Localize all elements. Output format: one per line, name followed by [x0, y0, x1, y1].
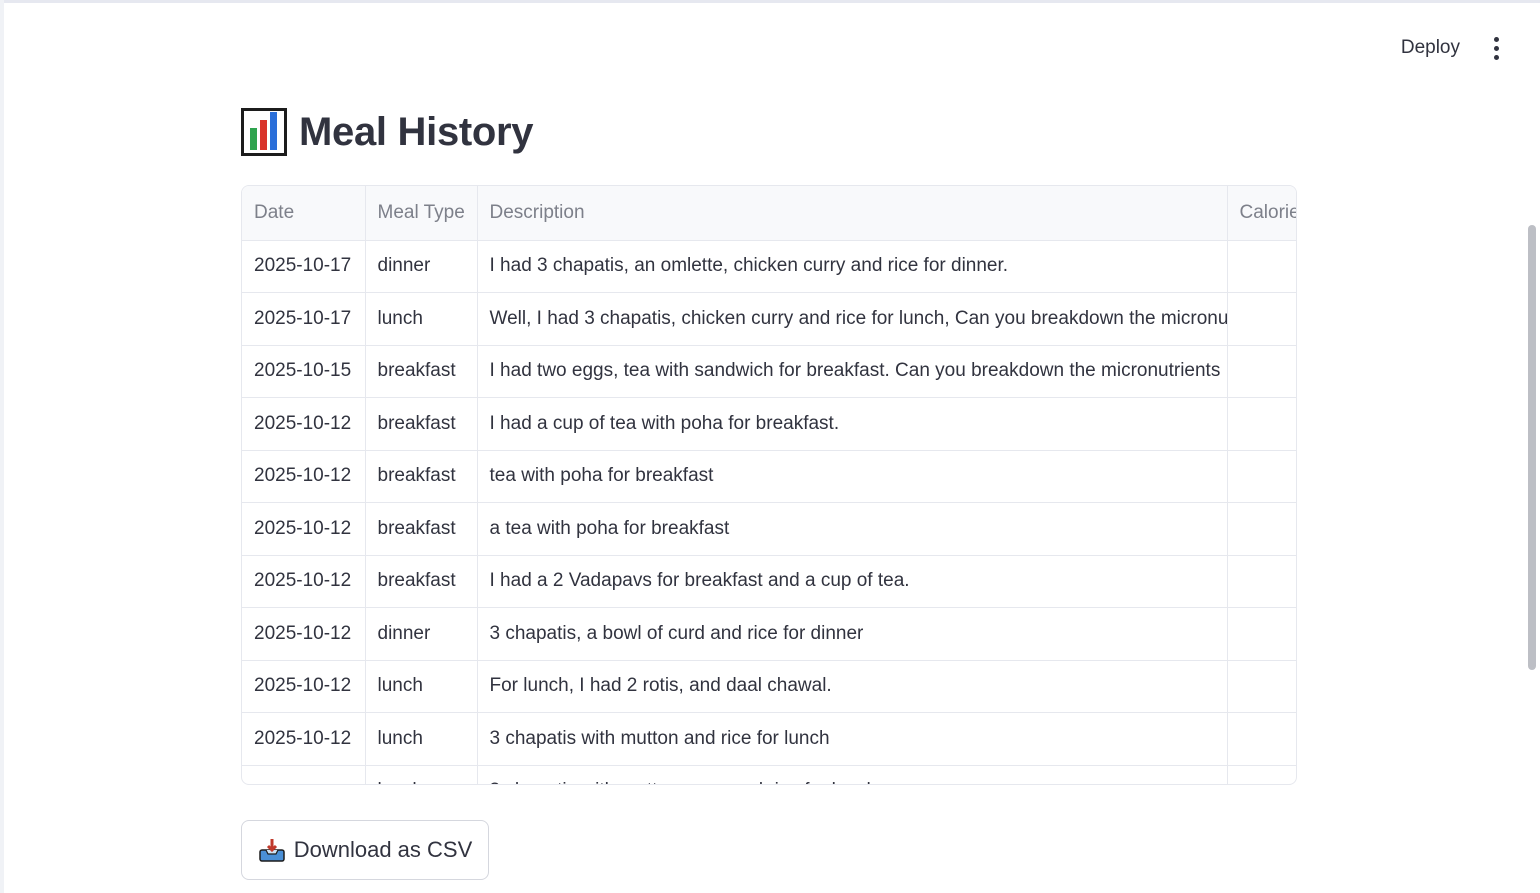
table-header-row: Date Meal Type Description Calories	[242, 186, 1296, 241]
cell-meal-type[interactable]: lunch	[365, 292, 478, 346]
download-csv-button[interactable]: Download as CSV	[241, 820, 489, 880]
cell-calories[interactable]: 208.	[1227, 397, 1296, 451]
cell-description[interactable]: For lunch, I had 2 rotis, and daal chawa…	[477, 660, 1228, 713]
cell-meal-type[interactable]: dinner	[365, 240, 478, 293]
cell-description[interactable]: I had two eggs, tea with sandwich for br…	[477, 345, 1228, 398]
cell-date[interactable]: 2025-10-15	[242, 345, 366, 398]
kebab-menu-icon[interactable]	[1486, 34, 1506, 62]
cell-date[interactable]: 2025-10-17	[242, 240, 366, 293]
cell-meal-type[interactable]: lunch	[365, 765, 478, 784]
cell-meal-type[interactable]: lunch	[365, 660, 478, 713]
column-header-calories[interactable]: Calories	[1227, 186, 1296, 241]
table-row[interactable]: 2025-10-12 breakfast tea with poha for bre…	[242, 450, 1296, 503]
table-row[interactable]: 2025-10-12 breakfast I had a cup of tea wi…	[242, 397, 1296, 451]
cell-date[interactable]: 2025-10-12	[242, 607, 366, 661]
deploy-button[interactable]: Deploy	[1401, 37, 1460, 59]
download-csv-label: Download as CSV	[293, 837, 473, 862]
cell-date[interactable]: 2025-10-17	[242, 292, 366, 346]
meal-history-table[interactable]: Date Meal Type Description Calories 2025…	[241, 185, 1297, 785]
cell-description[interactable]: tea with poha for breakfast	[477, 450, 1228, 503]
cell-calories[interactable]	[1227, 765, 1296, 784]
cell-date[interactable]: 2025-10-12	[242, 450, 366, 503]
cell-meal-type[interactable]: breakfast	[365, 345, 478, 398]
page-scrollbar[interactable]	[1528, 225, 1536, 670]
table-row[interactable]: lunch3 chapatis with mutton curry and ri…	[242, 765, 1296, 784]
table-row[interactable]: 2025-10-12 lunch For lunch, I had 2 rotis,…	[242, 660, 1296, 713]
cell-description[interactable]: Well, I had 3 chapatis, chicken curry an…	[477, 292, 1228, 346]
cell-description[interactable]: 3 chapatis with mutton curry and rice fo…	[477, 765, 1228, 784]
cell-date[interactable]: 2025-10-12	[242, 502, 366, 556]
cell-date[interactable]: 2025-10-12	[242, 660, 366, 713]
cell-description[interactable]: a tea with poha for breakfast	[477, 502, 1228, 556]
cell-calories[interactable]: 456.	[1227, 292, 1296, 346]
cell-calories[interactable]: 616.	[1227, 555, 1296, 608]
cell-calories[interactable]: 208.	[1227, 502, 1296, 556]
bar-chart-icon	[241, 108, 287, 156]
cell-date[interactable]: 2025-10-12	[242, 555, 366, 608]
app-root: Deploy Meal History Date Meal Type Descr…	[0, 0, 1540, 893]
cell-description[interactable]: I had a 2 Vadapavs for breakfast and a c…	[477, 555, 1228, 608]
cell-calories[interactable]: 51	[1227, 712, 1296, 766]
table-row[interactable]: 2025-10-12 breakfast a tea with poha for b…	[242, 502, 1296, 556]
page-title: Meal History	[299, 109, 534, 154]
toolbar: Deploy	[1401, 34, 1506, 62]
cell-date[interactable]	[242, 765, 366, 784]
cell-description[interactable]: I had a cup of tea with poha for breakfa…	[477, 397, 1228, 451]
table-row[interactable]: 2025-10-15 breakfast I had two eggs, tea w…	[242, 345, 1296, 398]
table-row[interactable]: 2025-10-12 dinner 3 chapatis, a bowl of cu…	[242, 607, 1296, 661]
cell-meal-type[interactable]: breakfast	[365, 555, 478, 608]
column-header-description[interactable]: Description	[477, 186, 1228, 241]
column-header-meal-type[interactable]: Meal Type	[365, 186, 478, 241]
table-row[interactable]: 2025-10-12 lunch 3 chapatis with mutton an…	[242, 712, 1296, 766]
table-row[interactable]: 2025-10-17 dinner I had 3 chapatis, an oml…	[242, 240, 1296, 293]
cell-meal-type[interactable]: lunch	[365, 712, 478, 766]
cell-description[interactable]: 3 chapatis, a bowl of curd and rice for …	[477, 607, 1228, 661]
column-header-date[interactable]: Date	[242, 186, 366, 241]
cell-calories[interactable]: 456.	[1227, 240, 1296, 293]
cell-description[interactable]: 3 chapatis with mutton and rice for lunc…	[477, 712, 1228, 766]
table-row[interactable]: 2025-10-17 lunch Well, I had 3 chapatis, c…	[242, 292, 1296, 346]
cell-meal-type[interactable]: breakfast	[365, 502, 478, 556]
cell-calories[interactable]: 208.	[1227, 450, 1296, 503]
cell-meal-type[interactable]: breakfast	[365, 397, 478, 451]
cell-calories[interactable]: 257.	[1227, 660, 1296, 713]
cell-date[interactable]: 2025-10-12	[242, 712, 366, 766]
cell-description[interactable]: I had 3 chapatis, an omlette, chicken cu…	[477, 240, 1228, 293]
cell-meal-type[interactable]: dinner	[365, 607, 478, 661]
top-divider	[4, 0, 1540, 3]
inbox-tray-icon	[258, 837, 286, 863]
table-row[interactable]: 2025-10-12 breakfast I had a 2 Vadapavs fo…	[242, 555, 1296, 608]
cell-meal-type[interactable]: breakfast	[365, 450, 478, 503]
cell-calories[interactable]: 374.	[1227, 345, 1296, 398]
cell-calories[interactable]: 522.	[1227, 607, 1296, 661]
cell-date[interactable]: 2025-10-12	[242, 397, 366, 451]
page-heading: Meal History	[241, 108, 534, 156]
